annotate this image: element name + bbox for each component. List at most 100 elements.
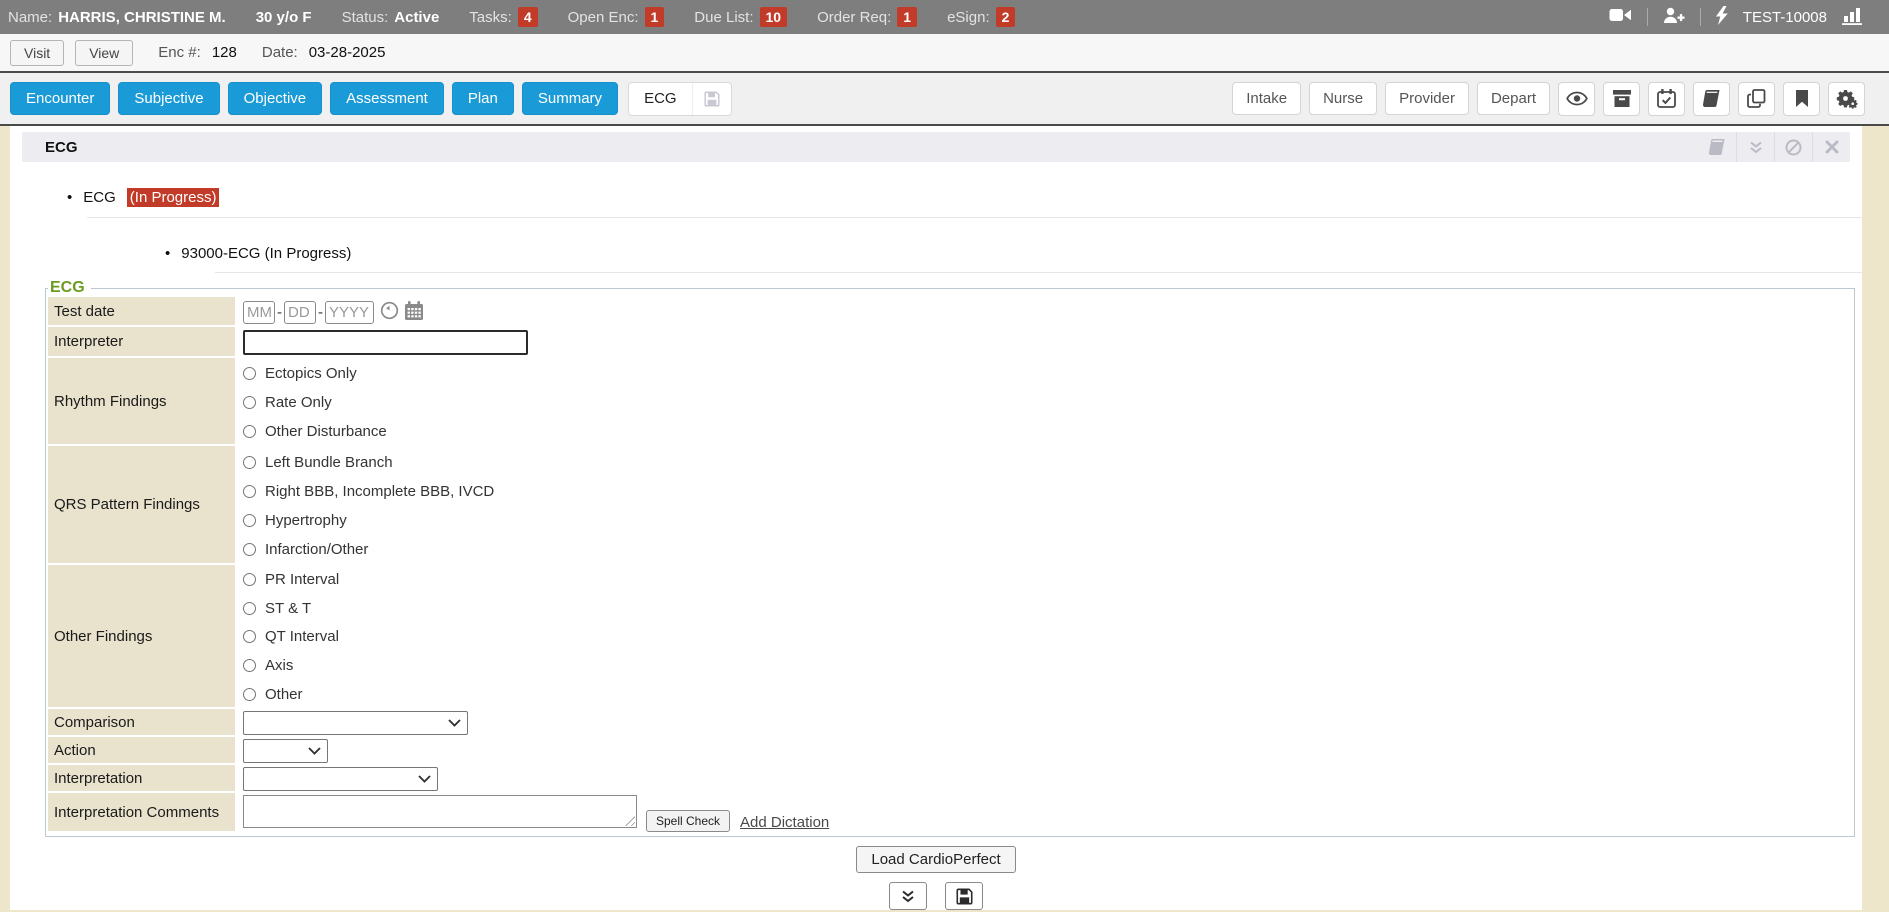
open-enc-counter[interactable]: Open Enc: 1 <box>568 7 665 27</box>
interpretation-select[interactable] <box>243 767 438 791</box>
bullet-marker: • <box>165 245 170 262</box>
divider <box>1647 8 1648 26</box>
provider-button[interactable]: Provider <box>1385 82 1469 115</box>
radio-icon <box>243 543 256 556</box>
radio-axis[interactable]: Axis <box>243 651 293 680</box>
open-enc-badge[interactable]: 1 <box>645 7 665 27</box>
bullet-marker: • <box>67 189 72 206</box>
radio-icon <box>243 425 256 438</box>
radio-icon <box>243 396 256 409</box>
action-field <box>235 737 1852 765</box>
radio-icon <box>243 514 256 527</box>
video-camera-icon[interactable] <box>1609 7 1632 27</box>
interpreter-field <box>235 327 1852 358</box>
radio-st-and-t[interactable]: ST & T <box>243 594 311 623</box>
radio-pr-interval[interactable]: PR Interval <box>243 565 339 594</box>
radio-other[interactable]: Other <box>243 680 303 709</box>
eye-icon[interactable] <box>1558 82 1595 116</box>
save-button[interactable] <box>945 882 983 910</box>
bar-chart-icon[interactable] <box>1842 6 1865 29</box>
other-findings-row: Other Findings PR Interval ST & T QT Int… <box>48 565 1852 709</box>
patient-name-group: Name: HARRIS, CHRISTINE M. <box>8 9 226 26</box>
close-icon[interactable] <box>1812 132 1850 162</box>
radio-infarction-other[interactable]: Infarction/Other <box>243 535 368 564</box>
tab-encounter[interactable]: Encounter <box>10 82 110 115</box>
radio-icon <box>243 688 256 701</box>
calendar-icon[interactable] <box>404 301 424 324</box>
book-icon[interactable] <box>1698 132 1736 162</box>
archive-icon[interactable] <box>1603 82 1640 116</box>
save-icon[interactable] <box>692 83 731 115</box>
radio-other-disturbance[interactable]: Other Disturbance <box>243 417 387 446</box>
page: Name: HARRIS, CHRISTINE M. 30 y/o F Stat… <box>0 0 1889 910</box>
tab-objective[interactable]: Objective <box>228 82 323 115</box>
content-panel: ECG • ECG (In Progress) <box>10 126 1862 910</box>
tab-assessment[interactable]: Assessment <box>330 82 444 115</box>
interpretation-comments-textarea[interactable] <box>243 795 637 828</box>
nurse-button[interactable]: Nurse <box>1309 82 1377 115</box>
interpreter-row: Interpreter <box>48 327 1852 358</box>
order-req-badge[interactable]: 1 <box>897 7 917 27</box>
tasks-counter[interactable]: Tasks: 4 <box>469 7 537 27</box>
rhythm-findings-row: Rhythm Findings Ectopics Only Rate Only … <box>48 358 1852 446</box>
test-date-year-input[interactable] <box>325 301 374 324</box>
interpreter-input[interactable] <box>243 330 528 355</box>
add-user-icon[interactable] <box>1663 7 1685 28</box>
calendar-check-icon[interactable] <box>1648 82 1685 116</box>
radio-ectopics-only[interactable]: Ectopics Only <box>243 359 357 388</box>
test-date-row: Test date - - <box>48 297 1852 327</box>
collapse-icon[interactable] <box>1736 132 1774 162</box>
active-tab-label: ECG <box>629 83 692 115</box>
patient-status-group: Status: Active <box>342 9 440 26</box>
nav-bar: Encounter Subjective Objective Assessmen… <box>0 73 1889 126</box>
esign-badge[interactable]: 2 <box>996 7 1016 27</box>
radio-icon <box>243 456 256 469</box>
due-list-badge[interactable]: 10 <box>760 7 788 27</box>
view-button[interactable]: View <box>75 40 133 66</box>
interpretation-comments-row: Interpretation Comments Spell Check Add … <box>48 793 1852 833</box>
tasks-badge[interactable]: 4 <box>518 7 538 27</box>
status-value: Active <box>394 9 439 26</box>
radio-right-bbb[interactable]: Right BBB, Incomplete BBB, IVCD <box>243 477 494 506</box>
collapse-button[interactable] <box>889 882 927 910</box>
other-findings-label: Other Findings <box>48 565 235 709</box>
clock-icon[interactable] <box>380 301 399 324</box>
interpretation-comments-field: Spell Check Add Dictation <box>235 793 1852 833</box>
book-icon[interactable] <box>1693 82 1730 116</box>
order-parent-row[interactable]: • ECG (In Progress) <box>67 188 1862 207</box>
interpretation-comments-label: Interpretation Comments <box>48 793 235 833</box>
intake-button[interactable]: Intake <box>1232 82 1301 115</box>
add-dictation-link[interactable]: Add Dictation <box>740 814 829 831</box>
lightning-icon[interactable] <box>1716 6 1728 29</box>
chevron-down-icon <box>448 719 461 727</box>
spell-check-button[interactable]: Spell Check <box>646 810 730 832</box>
test-date-day-input[interactable] <box>284 301 316 324</box>
radio-rate-only[interactable]: Rate Only <box>243 388 332 417</box>
cancel-icon[interactable] <box>1774 132 1812 162</box>
tab-plan[interactable]: Plan <box>452 82 514 115</box>
radio-qt-interval[interactable]: QT Interval <box>243 623 339 652</box>
radio-hypertrophy[interactable]: Hypertrophy <box>243 506 347 535</box>
visit-button[interactable]: Visit <box>10 40 64 66</box>
tab-ecg-active[interactable]: ECG <box>628 82 732 116</box>
copy-icon[interactable] <box>1738 82 1775 116</box>
date-label: Date: <box>262 44 298 61</box>
bookmark-icon[interactable] <box>1783 82 1820 116</box>
order-req-counter[interactable]: Order Req: 1 <box>817 7 917 27</box>
collapse-icon <box>901 890 915 903</box>
tab-subjective[interactable]: Subjective <box>118 82 219 115</box>
depart-button[interactable]: Depart <box>1477 82 1550 115</box>
practice-id: TEST-10008 <box>1743 9 1827 26</box>
status-label: Status: <box>342 9 389 26</box>
due-list-counter[interactable]: Due List: 10 <box>694 7 787 27</box>
comparison-row: Comparison <box>48 709 1852 737</box>
comparison-select[interactable] <box>243 711 468 735</box>
settings-gears-icon[interactable] <box>1828 82 1865 116</box>
tab-summary[interactable]: Summary <box>522 82 618 115</box>
order-child-row[interactable]: • 93000-ECG (In Progress) <box>165 245 1862 262</box>
radio-left-bundle-branch[interactable]: Left Bundle Branch <box>243 448 393 477</box>
test-date-month-input[interactable] <box>243 301 275 324</box>
action-select[interactable] <box>243 739 328 763</box>
load-cardioperfect-button[interactable]: Load CardioPerfect <box>856 846 1015 873</box>
esign-counter[interactable]: eSign: 2 <box>947 7 1015 27</box>
